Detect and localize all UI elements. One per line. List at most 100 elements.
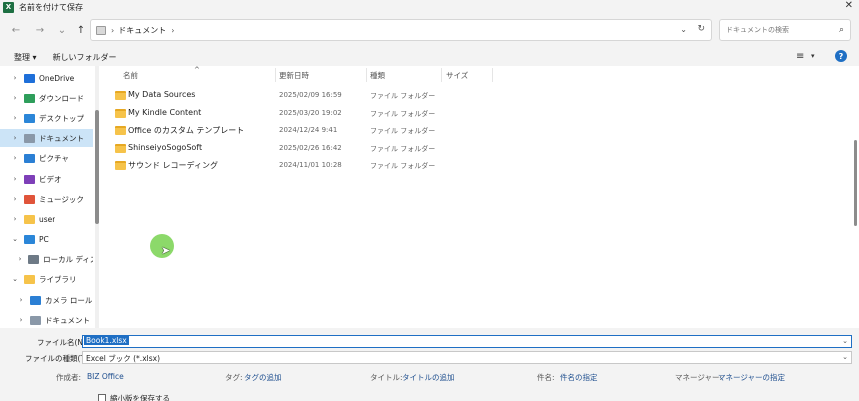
tags-label: タグ:	[225, 373, 243, 382]
column-divider[interactable]	[492, 68, 493, 82]
file-name: ShinseiyoSogoSoft	[128, 142, 203, 152]
location-icon	[24, 93, 35, 103]
filename-input[interactable]: Book1.xlsx ⌄	[82, 335, 852, 348]
column-divider[interactable]	[275, 68, 276, 82]
nav-item[interactable]: › デスクトップ	[0, 109, 93, 127]
nav-item[interactable]: › ドキュメント	[0, 311, 93, 328]
nav-item[interactable]: ⌄ ライブラリ	[0, 270, 93, 288]
filetype-select[interactable]: Excel ブック (*.xlsx) ⌄	[82, 351, 852, 364]
title-label: タイトル:	[370, 373, 403, 382]
chevron-right-icon[interactable]: ›	[171, 26, 174, 35]
nav-item[interactable]: › ピクチャ	[0, 149, 93, 167]
folder-icon	[115, 91, 126, 100]
file-row[interactable]: ShinseiyoSogoSoft 2025/02/26 16:42 ファイル フォ…	[113, 140, 833, 157]
file-row[interactable]: Office のカスタム テンプレート 2024/12/24 9:41 ファイル フ…	[113, 122, 833, 139]
chevron-icon[interactable]: ⌄	[10, 235, 20, 243]
file-date: 2024/12/24 9:41	[279, 126, 338, 134]
address-bar[interactable]: › ドキュメント › ⌄ ↻	[90, 19, 712, 41]
subject-field[interactable]: 件名の指定	[560, 372, 598, 383]
chevron-icon[interactable]: ›	[10, 74, 20, 82]
chevron-icon[interactable]: ›	[10, 114, 20, 122]
location-icon	[24, 153, 35, 163]
refresh-icon[interactable]: ↻	[697, 24, 705, 34]
view-options-icon[interactable]: ≡	[796, 51, 804, 62]
tags-field[interactable]: タグの追加	[244, 372, 282, 383]
file-row[interactable]: My Kindle Content 2025/03/20 19:02 ファイル フォ…	[113, 105, 833, 122]
command-bar: 整理 ▾ 新しいフォルダー ≡ ▾ ?	[0, 48, 859, 66]
author-label: 作成者:	[56, 373, 82, 382]
organize-button[interactable]: 整理 ▾	[14, 52, 37, 63]
file-date: 2024/11/01 10:28	[279, 161, 342, 169]
nav-item-label: PC	[39, 234, 49, 244]
filename-label: ファイル名(N):	[37, 338, 89, 347]
column-header-size[interactable]: サイズ	[446, 66, 468, 84]
nav-item-label: ローカル ディスク	[43, 254, 93, 264]
chevron-icon[interactable]: ›	[16, 255, 24, 263]
author-field[interactable]: BIZ Office	[87, 372, 124, 381]
save-thumbnail-checkbox[interactable]	[98, 394, 106, 401]
chevron-icon[interactable]: ›	[10, 215, 20, 223]
back-button[interactable]: ←	[7, 21, 25, 39]
chevron-icon[interactable]: ›	[10, 154, 20, 162]
nav-item[interactable]: › user	[0, 210, 93, 228]
nav-item[interactable]: › ローカル ディスク	[0, 250, 93, 268]
nav-item[interactable]: › ドキュメント	[0, 129, 93, 147]
chevron-icon[interactable]: ›	[16, 296, 26, 304]
new-folder-button[interactable]: 新しいフォルダー	[53, 52, 117, 63]
column-header-name[interactable]: 名前	[123, 66, 138, 84]
navigation-bar: ← → ⌄ ↑ › ドキュメント › ⌄ ↻ ドキュメントの検索 ⌕	[0, 16, 859, 44]
nav-item-label: デスクトップ	[39, 113, 84, 123]
filetype-dropdown-icon[interactable]: ⌄	[842, 353, 848, 361]
nav-item-label: ドキュメント	[39, 133, 84, 143]
chevron-icon[interactable]: ›	[10, 175, 20, 183]
nav-item[interactable]: › OneDrive	[0, 69, 93, 87]
file-type: ファイル フォルダー	[370, 92, 436, 100]
close-button[interactable]: ✕	[845, 0, 853, 11]
manager-field[interactable]: マネージャーの指定	[718, 372, 785, 383]
file-row[interactable]: サウンド レコーディング 2024/11/01 10:28 ファイル フォルダー	[113, 157, 833, 174]
recent-locations-button[interactable]: ⌄	[53, 21, 71, 39]
nav-item[interactable]: › カメラ ロール	[0, 291, 93, 309]
location-icon	[24, 274, 35, 284]
nav-item-label: ビデオ	[39, 174, 62, 184]
column-header-date[interactable]: 更新日時	[279, 66, 309, 84]
mouse-cursor-icon: ➤	[161, 244, 171, 257]
column-header-type[interactable]: 種類	[370, 66, 385, 84]
file-name: Office のカスタム テンプレート	[128, 126, 245, 135]
file-list-scrollbar[interactable]	[854, 140, 857, 226]
folder-icon	[115, 161, 126, 170]
view-dropdown-icon[interactable]: ▾	[811, 52, 815, 60]
file-date: 2025/03/20 19:02	[279, 108, 342, 117]
file-row[interactable]: My Data Sources 2025/02/09 16:59 ファイル フォルダ…	[113, 87, 833, 104]
chevron-icon[interactable]: ›	[10, 94, 20, 102]
nav-item-label: ミュージック	[39, 194, 84, 204]
forward-button[interactable]: →	[31, 21, 49, 39]
address-dropdown-icon[interactable]: ⌄	[680, 25, 687, 34]
help-icon[interactable]: ?	[835, 50, 847, 62]
nav-item[interactable]: › ミュージック	[0, 190, 93, 208]
search-icon[interactable]: ⌕	[839, 25, 844, 35]
filename-dropdown-icon[interactable]: ⌄	[842, 337, 848, 345]
file-name: My Kindle Content	[128, 107, 202, 117]
search-input[interactable]: ドキュメントの検索 ⌕	[719, 19, 851, 41]
filename-value[interactable]: Book1.xlsx	[84, 336, 129, 345]
location-icon	[30, 315, 41, 325]
column-divider[interactable]	[366, 68, 367, 82]
column-divider[interactable]	[441, 68, 442, 82]
nav-scrollbar-thumb[interactable]	[95, 110, 99, 224]
save-thumbnail-label[interactable]: 縮小版を保存する	[110, 393, 170, 401]
nav-item[interactable]: › ビデオ	[0, 170, 93, 188]
nav-item[interactable]: ⌄ PC	[0, 230, 93, 248]
chevron-icon[interactable]: ›	[10, 195, 20, 203]
nav-item[interactable]: › ダウンロード	[0, 89, 93, 107]
title-field[interactable]: タイトルの追加	[402, 372, 455, 383]
chevron-icon[interactable]: ›	[16, 316, 26, 324]
chevron-icon[interactable]: ⌄	[10, 275, 20, 283]
up-button[interactable]: ↑	[72, 21, 90, 39]
location-icon	[24, 73, 35, 83]
location-icon	[24, 194, 35, 204]
subject-label: 件名:	[537, 373, 555, 382]
chevron-icon[interactable]: ›	[10, 134, 20, 142]
breadcrumb-documents[interactable]: ドキュメント	[118, 25, 166, 36]
nav-item-label: ダウンロード	[39, 93, 84, 103]
